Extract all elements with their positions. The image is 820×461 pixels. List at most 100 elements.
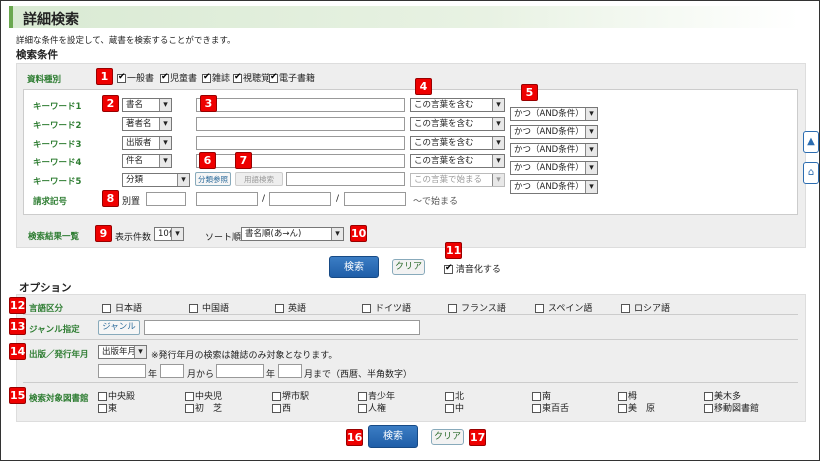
sort-select[interactable]: 書名順(あ→ん) [241,227,344,241]
library-checkbox[interactable] [185,392,194,401]
pub-select[interactable]: 出版年月 [98,345,147,359]
language-option[interactable]: 日本語 [102,301,142,314]
badge-12: 12 [9,297,26,314]
library-checkbox[interactable] [704,392,713,401]
month-to-input[interactable] [278,364,302,378]
material-checkbox[interactable] [233,72,242,83]
call-sub-label: 別置 [122,197,141,207]
normalize-option[interactable]: 清音化する [444,262,501,275]
genre-input[interactable] [144,320,420,335]
library-checkbox[interactable] [272,392,281,401]
keyword-field-select[interactable]: 書名 [122,98,172,112]
library-checkbox[interactable] [98,392,107,401]
genre-button[interactable]: ジャンル [98,320,140,335]
language-option[interactable]: ドイツ語 [362,301,411,314]
call-input-4[interactable] [344,192,406,206]
keyword5-input[interactable] [286,172,405,186]
language-checkbox[interactable] [535,304,544,313]
home-icon[interactable]: ⌂ [803,162,819,184]
bunrui-ref-button[interactable]: 分類参照 [195,172,231,186]
library-option[interactable]: 中 [445,401,464,414]
library-checkbox[interactable] [272,404,281,413]
library-option[interactable]: 西 [272,401,291,414]
match-select[interactable]: この言葉を含む [410,154,505,168]
library-checkbox[interactable] [358,392,367,401]
language-option[interactable]: 英語 [275,301,306,314]
andor-select[interactable]: かつ（AND条件） [510,143,598,157]
language-option[interactable]: スペイン語 [535,301,592,314]
language-option[interactable]: フランス語 [448,301,506,314]
andor-select[interactable]: かつ（AND条件） [510,107,598,121]
keyword-input[interactable] [196,98,405,112]
badge-6: 6 [199,152,216,169]
match-select[interactable]: この言葉を含む [410,117,505,131]
call-input-3[interactable] [269,192,331,206]
library-option[interactable]: 初 芝 [185,401,222,414]
library-checkbox[interactable] [98,404,107,413]
clear-button[interactable]: クリア [392,259,425,275]
library-option[interactable]: 東百舌 [532,401,569,414]
material-option[interactable]: 一般書 [117,71,154,84]
language-option[interactable]: ロシア語 [621,301,670,314]
library-checkbox[interactable] [618,404,627,413]
library-checkbox[interactable] [445,404,454,413]
normalize-label: 清音化する [455,265,501,275]
language-checkbox[interactable] [621,304,630,313]
year-from-input[interactable] [98,364,146,378]
language-checkbox[interactable] [448,304,457,313]
material-checkbox[interactable] [202,72,211,83]
search-button[interactable]: 検索 [329,256,379,278]
library-checkbox[interactable] [532,392,541,401]
library-checkbox[interactable] [185,404,194,413]
to-top-icon[interactable]: ▲ [803,131,819,153]
library-checkbox[interactable] [618,392,627,401]
library-checkbox[interactable] [445,392,454,401]
badge-9: 9 [95,225,112,242]
material-option[interactable]: 児童書 [160,71,197,84]
material-checkbox[interactable] [160,72,169,83]
andor-select[interactable]: かつ（AND条件） [510,125,598,139]
keyword-input[interactable] [196,154,405,168]
library-label: 移動図書館 [714,404,760,414]
language-checkbox[interactable] [275,304,284,313]
call-input-2[interactable] [196,192,258,206]
library-option[interactable]: 移動図書館 [704,401,759,414]
language-checkbox[interactable] [189,304,198,313]
material-option[interactable]: 電子書籍 [269,71,315,84]
library-option[interactable]: 人権 [358,401,386,414]
match-select[interactable]: この言葉で始まる [410,173,505,187]
keyword-input[interactable] [196,136,405,150]
library-option[interactable]: 東 [98,401,117,414]
year-to-input[interactable] [216,364,264,378]
library-checkbox[interactable] [358,404,367,413]
andor-select[interactable]: かつ（AND条件） [510,161,598,175]
normalize-checkbox[interactable] [444,263,453,274]
material-checkbox[interactable] [117,72,126,83]
library-option[interactable]: 美 原 [618,401,655,414]
material-checkbox[interactable] [269,72,278,83]
term-search-button[interactable]: 用語検索 [235,172,283,186]
keyword-input[interactable] [196,117,405,131]
month-from-input[interactable] [160,364,184,378]
match-select[interactable]: この言葉を含む [410,98,505,112]
search-button-bottom[interactable]: 検索 [368,425,418,448]
material-option[interactable]: 視聴覚 [233,71,270,84]
material-option[interactable]: 雑誌 [202,71,230,84]
call-input-1[interactable] [146,192,186,206]
keyword-field-select[interactable]: 分類 [122,173,190,187]
clear-button-bottom[interactable]: クリア [431,429,464,445]
library-checkbox[interactable] [704,404,713,413]
language-option[interactable]: 中国語 [189,301,229,314]
match-select[interactable]: この言葉を含む [410,136,505,150]
keyword-field-select[interactable]: 出版者 [122,136,172,150]
keyword-field-select[interactable]: 著者名 [122,117,172,131]
library-checkbox[interactable] [532,404,541,413]
library-label: 中 [455,404,465,414]
keyword-field-select[interactable]: 件名 [122,154,172,168]
material-label: 児童書 [170,74,198,84]
andor-select[interactable]: かつ（AND条件） [510,180,598,194]
language-checkbox[interactable] [362,304,371,313]
language-checkbox[interactable] [102,304,111,313]
count-select[interactable]: 10件 [154,227,184,241]
lang-label: 言語区分 [29,304,64,314]
